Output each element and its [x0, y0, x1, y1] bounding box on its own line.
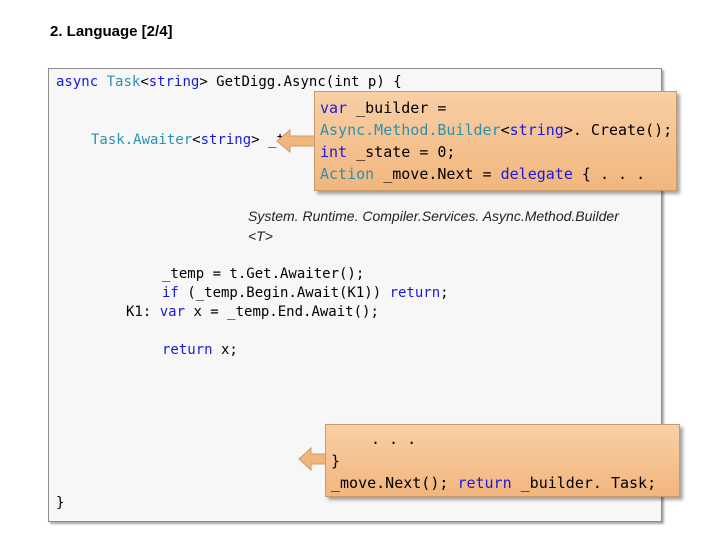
- async-keyword: async: [56, 74, 99, 90]
- awaiter-lt: <: [192, 132, 201, 148]
- completion-callout: . . . } _move.Next(); return _builder. T…: [325, 424, 680, 497]
- callout-line-3: int _state = 0;: [320, 141, 676, 163]
- callout-line-4: Action _move.Next = delegate { . . .: [320, 163, 676, 185]
- note-line-2: <T>: [248, 228, 273, 244]
- callout-l3-rest: _state = 0;: [347, 143, 456, 161]
- callout-string-keyword: string: [509, 121, 564, 139]
- note-line-1: System. Runtime. Compiler.Services. Asyn…: [248, 208, 619, 224]
- closing-brace: }: [56, 495, 65, 511]
- k1-line: K1: var x = _temp.End.Await();: [126, 304, 379, 321]
- builder-type-note: System. Runtime. Compiler.Services. Asyn…: [248, 206, 658, 246]
- callout-line-2: Async.Method.Builder<string>. Create();: [320, 119, 676, 141]
- callout-action-type: Action: [320, 165, 375, 183]
- awaiter-type: Task.Awaiter: [91, 132, 193, 148]
- bottom-l3-b: _builder. Task;: [511, 474, 657, 492]
- var-keyword: var: [159, 304, 186, 320]
- callout-l2-rest: >. Create();: [563, 121, 673, 139]
- if-rest: (_temp.Begin.Await(K1)): [178, 285, 390, 301]
- signature-line: async Task<string> GetDigg.Async(int p) …: [56, 74, 402, 91]
- callout-l4-rest: { . . .: [572, 165, 646, 183]
- callout-l2-lt: <: [500, 121, 510, 139]
- sig-rest: > GetDigg.Async(int p) {: [199, 74, 402, 90]
- callout-builder-type: Async.Method.Builder: [320, 121, 501, 139]
- bottom-callout-line-2: }: [331, 452, 341, 470]
- return-rest: x;: [212, 342, 238, 358]
- if-return-keyword: return: [389, 285, 441, 301]
- return-line: return x;: [162, 342, 238, 359]
- task-type: Task: [106, 74, 141, 90]
- k1-rest: x = _temp.End.Await();: [185, 304, 379, 320]
- bottom-l3-a: _move.Next();: [331, 474, 458, 492]
- slide-title: 2. Language [2/4]: [50, 23, 173, 40]
- awaiter-line: Task.Awaiter<string> _tem: [91, 132, 302, 149]
- callout-delegate-keyword: delegate: [500, 165, 573, 183]
- callout-l1-rest: _builder =: [347, 99, 447, 117]
- callout-l4-mid: _move.Next =: [374, 165, 501, 183]
- if-semi: ;: [440, 285, 449, 301]
- awaiter-string-keyword: string: [200, 132, 252, 148]
- temp-line: _temp = t.Get.Awaiter();: [162, 266, 365, 282]
- bottom-callout-line-3: _move.Next(); return _builder. Task;: [331, 472, 679, 494]
- k1-label: K1:: [126, 304, 160, 320]
- sig-lt: <: [140, 74, 149, 90]
- callout-var-keyword: var: [320, 99, 348, 117]
- if-line: if (_temp.Begin.Await(K1)) return;: [162, 285, 449, 302]
- callout-int-keyword: int: [320, 143, 348, 161]
- arrow-left-top-icon: [276, 128, 318, 154]
- builder-callout: var _builder = Async.Method.Builder<stri…: [314, 91, 677, 191]
- callout-line-1: var _builder =: [320, 97, 676, 119]
- return-keyword: return: [162, 342, 213, 358]
- bottom-callout-line-1: . . .: [371, 430, 417, 448]
- bottom-return-keyword: return: [457, 474, 512, 492]
- string-keyword: string: [148, 74, 200, 90]
- if-keyword: if: [162, 285, 179, 301]
